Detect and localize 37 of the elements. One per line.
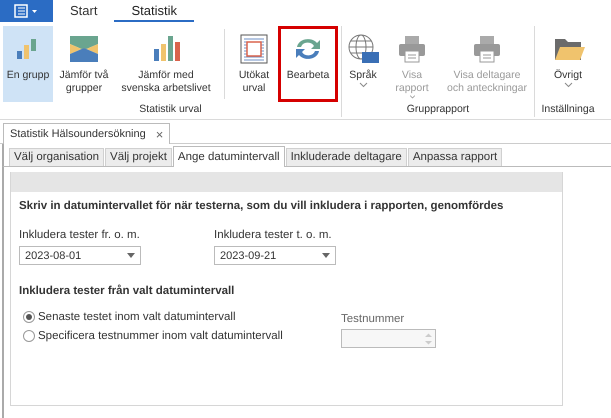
document-icon bbox=[14, 4, 40, 18]
ribbon-button[interactable]: Jämför med svenska arbetslivet bbox=[115, 26, 217, 102]
ribbon-button[interactable]: Utökat urval bbox=[232, 26, 276, 102]
spin-arrows-icon bbox=[425, 332, 432, 346]
menu-tab[interactable]: Start bbox=[53, 0, 114, 22]
field-label: Testnummer bbox=[341, 313, 406, 325]
ribbon-button[interactable]: Jämför två grupper bbox=[55, 26, 113, 102]
radio-button[interactable] bbox=[23, 311, 35, 323]
dropdown-arrow-icon bbox=[127, 253, 135, 258]
date-dropdown[interactable]: 2023-08-01 bbox=[19, 246, 141, 265]
section-heading: Inkludera tester från valt datumintervall bbox=[18, 284, 236, 297]
globe-icon bbox=[346, 33, 380, 65]
date-dropdown[interactable]: 2023-09-21 bbox=[214, 246, 336, 265]
group-label: Inställninga bbox=[540, 102, 596, 116]
tab[interactable]: Inkluderade deltagare bbox=[286, 148, 407, 166]
radio-option[interactable]: Senaste testet inom valt datumintervall bbox=[23, 311, 341, 323]
radio-button[interactable] bbox=[23, 330, 35, 342]
menu-tab[interactable]: Statistik bbox=[114, 0, 194, 22]
close-button[interactable]: × bbox=[156, 126, 164, 142]
ribbon-button[interactable]: Övrigt bbox=[538, 26, 598, 102]
app-menu-button[interactable] bbox=[0, 0, 53, 22]
tab[interactable]: Välj organisation bbox=[9, 148, 104, 166]
ribbon-button[interactable]: En grupp bbox=[3, 26, 53, 102]
field-label: Inkludera tester fr. o. m. bbox=[19, 229, 141, 241]
group-label: Statistik urval bbox=[138, 102, 203, 116]
tab[interactable]: Ange datumintervall bbox=[172, 146, 285, 167]
split-chart-icon bbox=[67, 33, 101, 65]
group-label: Grupprapport bbox=[406, 102, 470, 116]
field-label: Inkludera tester t. o. m. bbox=[214, 229, 333, 241]
dropdown-arrow-icon bbox=[322, 253, 330, 258]
tab[interactable]: Anpassa rapport bbox=[408, 148, 502, 166]
ribbon-button[interactable]: Språk bbox=[345, 26, 381, 102]
ribbon-button[interactable]: Bearbeta bbox=[278, 26, 338, 102]
radio-option[interactable]: Specificera testnummer inom valt datumintervall bbox=[23, 330, 341, 342]
tab[interactable]: Välj projekt bbox=[105, 148, 172, 166]
heading: Skriv in datumintervallet för när testerna, som du vill inkludera i rapporten, genomfördes bbox=[18, 199, 504, 212]
document-tab[interactable]: Statistik Hälsoundersökning × bbox=[3, 123, 170, 144]
